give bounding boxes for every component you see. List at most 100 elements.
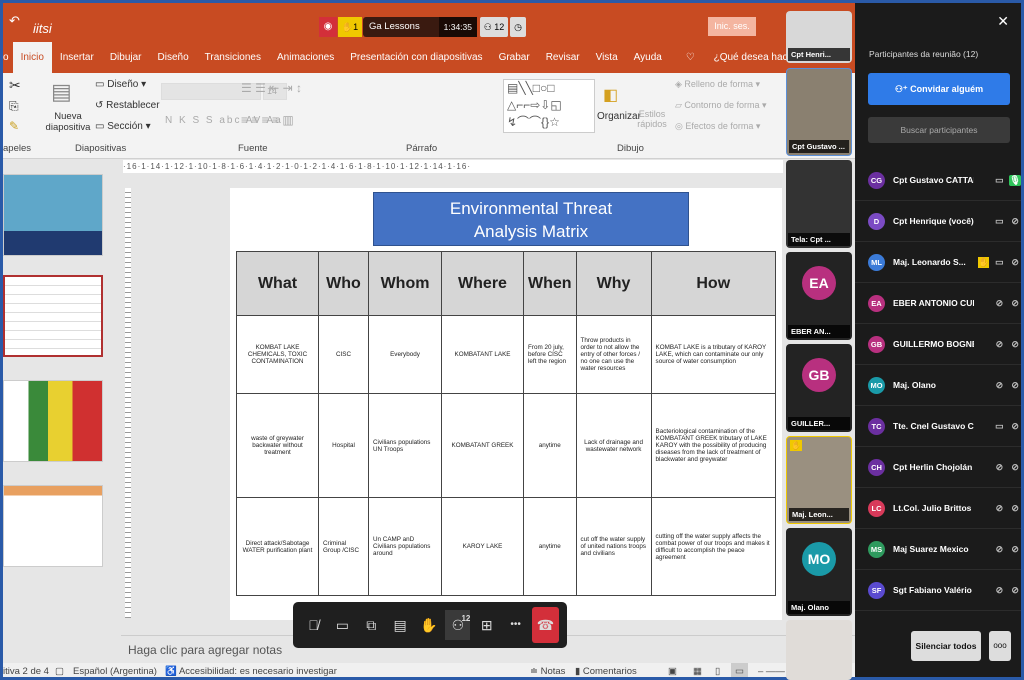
raise-hand-icon[interactable]: ✋: [417, 610, 442, 640]
shape-effects-button[interactable]: ◎ Efectos de forma ▾: [675, 121, 760, 132]
undo-icon[interactable]: ↶: [9, 13, 20, 29]
gauge-icon[interactable]: ◷: [510, 17, 526, 37]
mic-muted-icon[interactable]: ⊘: [1009, 257, 1021, 268]
screen-share-tile[interactable]: Tela: Cpt ...: [786, 160, 852, 248]
mic-muted-icon[interactable]: ⊘: [1009, 503, 1021, 514]
participant-row[interactable]: GB GUILLERMO BOGNER ⊘ ⊘: [855, 324, 1021, 365]
notes-button[interactable]: ≐ Notas: [530, 663, 565, 677]
quick-styles-button[interactable]: Estilos rápidos: [637, 109, 667, 129]
participant-row[interactable]: CG Cpt Gustavo CATTAN... ▭ 🎙: [855, 160, 1021, 201]
participant-row[interactable]: ML Maj. Leonardo S... ✋ ▭ ⊘: [855, 242, 1021, 283]
slide-title[interactable]: Environmental Threat Analysis Matrix: [373, 192, 689, 246]
slide-thumbnail-3[interactable]: [3, 380, 103, 462]
raised-hand-indicator[interactable]: ✋1: [338, 17, 362, 37]
record-icon[interactable]: ◉: [319, 17, 337, 37]
tab-animaciones[interactable]: Animaciones: [269, 52, 342, 63]
tab-ayuda[interactable]: Ayuda: [626, 52, 670, 63]
video-tile[interactable]: EA EBER AN...: [786, 252, 852, 340]
tab-insertar[interactable]: Insertar: [52, 52, 102, 63]
participant-row[interactable]: MS Maj Suarez Mexico ⊘ ⊘: [855, 529, 1021, 570]
mic-muted-icon[interactable]: ⊘: [1009, 462, 1021, 473]
self-video-tile[interactable]: [786, 620, 852, 680]
mic-muted-icon[interactable]: ⊘: [1009, 544, 1021, 555]
slide-sorter-icon[interactable]: ▦: [693, 663, 702, 677]
comments-button[interactable]: ▮ Comentarios: [575, 663, 637, 677]
participant-row[interactable]: CH Cpt Herlin Chojolán ⊘ ⊘: [855, 447, 1021, 488]
mic-muted-icon[interactable]: 🎙̸: [301, 610, 326, 640]
slide-thumbnail-1[interactable]: [3, 174, 103, 256]
video-tile[interactable]: GB GUILLER...: [786, 344, 852, 432]
participant-row[interactable]: SF Sgt Fabiano Valério ⊘ ⊘: [855, 570, 1021, 611]
slide-thumbnail-4[interactable]: [3, 485, 103, 567]
threat-matrix-table[interactable]: What Who Whom Where When Why How KOMBAT …: [236, 251, 777, 596]
tab-grabar[interactable]: Grabar: [491, 52, 538, 63]
participant-row[interactable]: MO Maj. Olano ⊘ ⊘: [855, 365, 1021, 406]
video-tile[interactable]: Cpt Henri...: [786, 11, 852, 63]
mic-muted-icon[interactable]: ⊘: [1009, 298, 1021, 309]
end-call-button[interactable]: ☎: [532, 607, 559, 643]
layout-button[interactable]: ▭ Diseño ▾: [95, 79, 146, 90]
tab-transiciones[interactable]: Transiciones: [197, 52, 269, 63]
chat-icon[interactable]: ▤: [388, 610, 413, 640]
cut-icon[interactable]: ✂: [9, 77, 21, 94]
language-status[interactable]: Español (Argentina): [73, 663, 157, 677]
slide-thumbnail-2[interactable]: [3, 275, 103, 357]
more-options-icon[interactable]: •••: [503, 610, 528, 640]
video-tile[interactable]: MO Maj. Olano: [786, 528, 852, 616]
search-participants-input[interactable]: Buscar participantes: [868, 117, 1010, 143]
participant-row[interactable]: D Cpt Henrique (você) ▭ ⊘: [855, 201, 1021, 242]
shape-fill-button[interactable]: ◈ Relleno de forma ▾: [675, 79, 760, 90]
spellcheck-icon[interactable]: ▢: [55, 663, 64, 677]
mic-muted-icon[interactable]: ⊘: [1009, 380, 1021, 391]
format-painter-icon[interactable]: ✎: [9, 119, 19, 133]
invite-button[interactable]: ⚇⁺ Convidar alguém: [868, 73, 1010, 105]
slide-canvas[interactable]: Environmental Threat Analysis Matrix What…: [230, 188, 782, 620]
mic-muted-icon[interactable]: ⊘: [1009, 421, 1021, 432]
mic-icon[interactable]: 🎙: [1009, 174, 1021, 186]
camera-icon[interactable]: ▭: [330, 610, 355, 640]
logo: iitsi: [33, 21, 52, 36]
tile-name: Maj. Leon...: [789, 508, 849, 521]
sign-in-button[interactable]: Inic. ses.: [708, 17, 756, 36]
shapes-gallery[interactable]: ▤╲╲□○□ △⌐⌐⇨⇩◱ ↯⌒⌒{}☆: [503, 79, 595, 133]
mic-muted-icon[interactable]: ⊘: [1009, 339, 1021, 350]
participants-count[interactable]: ⚇ 12: [480, 17, 508, 37]
tab-presentacion[interactable]: Presentación con diapositivas: [342, 52, 490, 63]
tab-revisar[interactable]: Revisar: [538, 52, 588, 63]
tab-inicio[interactable]: Inicio: [12, 42, 52, 74]
mic-muted-icon[interactable]: ⊘: [1009, 216, 1021, 227]
zoom-slider[interactable]: – ——: [758, 663, 785, 677]
new-slide-icon[interactable]: ▤: [51, 79, 72, 105]
close-icon[interactable]: ✕: [997, 13, 1009, 30]
video-tile[interactable]: Cpt Gustavo ...: [786, 68, 852, 156]
mic-muted-icon[interactable]: ⊘: [1009, 585, 1021, 596]
apps-icon[interactable]: ⊞: [474, 610, 499, 640]
video-tile[interactable]: ✋ Maj. Leon...: [786, 436, 852, 524]
reset-button[interactable]: ↺ Restablecer: [95, 100, 160, 111]
normal-view-icon[interactable]: ▣: [668, 663, 677, 677]
arrange-button[interactable]: Organizar: [597, 111, 641, 122]
reading-view-icon[interactable]: ▯: [715, 663, 720, 677]
align-icons[interactable]: ≡ ≡ ≡ ≡ ▥: [241, 113, 294, 127]
meeting-info[interactable]: Ga Lessons Learned 1:34:35: [363, 17, 477, 52]
accessibility-status[interactable]: ♿ Accesibilidad: es necesario investigar: [165, 663, 337, 677]
tab-vista[interactable]: Vista: [588, 52, 626, 63]
copy-icon[interactable]: ⎘: [9, 99, 19, 114]
tab-diseno[interactable]: Diseño: [150, 52, 197, 63]
mute-all-button[interactable]: Silenciar todos: [911, 631, 981, 661]
shape-outline-button[interactable]: ▱ Contorno de forma ▾: [675, 100, 767, 111]
participant-row[interactable]: EA EBER ANTONIO CUE... ⊘ ⊘: [855, 283, 1021, 324]
powerpoint-window: ↶ iitsi ◉ ✋1 Ga Lessons Learned 1:34:35 …: [3, 3, 855, 677]
participant-row[interactable]: LC Lt.Col. Julio Brittos ⊘ ⊘: [855, 488, 1021, 529]
participants-button[interactable]: ⚇ 12: [445, 610, 471, 640]
participant-row[interactable]: TC Tte. Cnel Gustavo Cabo ▭ ⊘: [855, 406, 1021, 447]
more-options-button[interactable]: ooo: [989, 631, 1011, 661]
arrange-icon[interactable]: ◧: [603, 85, 618, 105]
section-button[interactable]: ▭ Sección ▾: [95, 121, 151, 132]
tab-dibujar[interactable]: Dibujar: [102, 52, 150, 63]
new-slide-button[interactable]: Nueva diapositiva: [43, 111, 93, 133]
paragraph-list-icons[interactable]: ☰ ☰ ⇤ ⇥ ↕: [241, 81, 302, 95]
share-screen-icon[interactable]: ⧉: [359, 610, 384, 640]
tab-archivo[interactable]: o: [3, 52, 13, 63]
slideshow-icon[interactable]: ▭: [731, 663, 748, 677]
